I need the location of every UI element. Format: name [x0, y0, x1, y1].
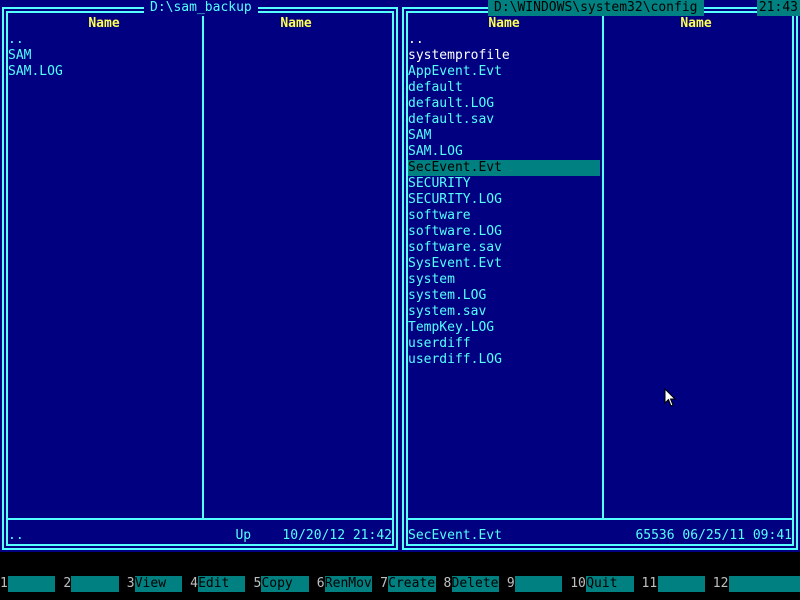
- right-file-item[interactable]: SAM: [408, 128, 600, 144]
- right-file-item[interactable]: default: [408, 80, 600, 96]
- left-status-separator: [8, 518, 392, 520]
- right-file-item[interactable]: SECURITY.LOG: [408, 192, 600, 208]
- left-col-header-name-1[interactable]: Name: [8, 16, 200, 32]
- fkey-number: 10: [570, 576, 587, 592]
- fkey-number: 5: [253, 576, 262, 592]
- right-column-separator: [602, 13, 604, 520]
- fkey-label: Copy: [261, 576, 309, 592]
- right-file-item[interactable]: system.LOG: [408, 288, 600, 304]
- left-file-item[interactable]: ..: [8, 32, 200, 48]
- fkey-number: 8: [443, 576, 452, 592]
- left-col-header-name-2[interactable]: Name: [200, 16, 392, 32]
- right-status-info: 65536 06/25/11 09:41: [635, 528, 792, 543]
- right-panel[interactable]: D:\WINDOWS\system32\config Name Name .. s…: [400, 0, 800, 552]
- right-file-item[interactable]: userdiff: [408, 336, 600, 352]
- fkey-label: Create: [388, 576, 436, 592]
- fkey-label: [8, 576, 56, 592]
- fkey-label: Delete: [451, 576, 499, 592]
- right-file-item[interactable]: SysEvent.Evt: [408, 256, 600, 272]
- fkey-label: [657, 576, 705, 592]
- right-file-item[interactable]: default.sav: [408, 112, 600, 128]
- right-status-separator: [408, 518, 792, 520]
- left-panel-frame-outer: [2, 7, 398, 550]
- fkey-3[interactable]: 3 View: [126, 576, 190, 592]
- right-file-item[interactable]: AppEvent.Evt: [408, 64, 600, 80]
- left-panel-frame-inner: [6, 11, 394, 546]
- fkey-number: 2: [63, 576, 72, 592]
- fkey-1[interactable]: 1: [0, 576, 63, 592]
- fkey-label: RenMov: [324, 576, 373, 592]
- fkey-number: 1: [0, 576, 8, 592]
- right-file-item[interactable]: software: [408, 208, 600, 224]
- clock: 21:43: [756, 0, 800, 16]
- left-panel[interactable]: D:\sam_backup Name Name .. SAM SAM.LOG .. …: [0, 0, 400, 552]
- fkey-number: 7: [380, 576, 389, 592]
- right-file-item[interactable]: default.LOG: [408, 96, 600, 112]
- mouse-pointer-icon: [664, 388, 677, 407]
- fkey-label: View: [134, 576, 183, 592]
- fkey-number: 6: [316, 576, 325, 592]
- right-col-header-name-1[interactable]: Name: [408, 16, 600, 32]
- fkey-label: Edit: [198, 576, 246, 592]
- right-file-item[interactable]: SecEvent.Evt: [408, 160, 600, 176]
- fkey-2[interactable]: 2: [63, 576, 126, 592]
- fkey-number: 11: [641, 576, 658, 592]
- right-file-item[interactable]: TempKey.LOG: [408, 320, 600, 336]
- fkey-label: [514, 576, 563, 592]
- fkey-10[interactable]: 10 Quit: [570, 576, 641, 592]
- right-file-item[interactable]: userdiff.LOG: [408, 352, 600, 368]
- fkey-6[interactable]: 6 RenMov: [316, 576, 380, 592]
- fkey-number: 4: [190, 576, 199, 592]
- left-file-item[interactable]: SAM: [8, 48, 200, 64]
- fkey-5[interactable]: 5 Copy: [253, 576, 316, 592]
- right-file-item[interactable]: systemprofile: [408, 48, 600, 64]
- fkey-label: [728, 576, 800, 592]
- right-file-item[interactable]: SECURITY: [408, 176, 600, 192]
- fkey-8[interactable]: 8 Delete: [443, 576, 507, 592]
- fkey-number: 9: [506, 576, 515, 592]
- right-col-header-name-2[interactable]: Name: [600, 16, 792, 32]
- left-file-item[interactable]: SAM.LOG: [8, 64, 200, 80]
- right-file-item[interactable]: ..: [408, 32, 600, 48]
- left-status-info: Up 10/20/12 21:42: [235, 528, 392, 543]
- left-status-filename: ..: [8, 528, 24, 543]
- fkey-9[interactable]: 9: [506, 576, 570, 592]
- right-file-list[interactable]: .. systemprofile AppEvent.Evt default defaul…: [408, 32, 600, 368]
- fkey-number: 3: [126, 576, 135, 592]
- right-status-filename: SecEvent.Evt: [408, 528, 502, 543]
- fkey-number: 12: [712, 576, 729, 592]
- fkey-label: [71, 576, 119, 592]
- right-file-item[interactable]: system.sav: [408, 304, 600, 320]
- fkey-12[interactable]: 12: [712, 576, 800, 592]
- fkey-7[interactable]: 7 Create: [380, 576, 443, 592]
- fkey-label: Quit: [586, 576, 634, 592]
- left-panel-path: D:\sam_backup: [144, 0, 258, 16]
- function-key-bar: 1 2 3 View 4 Edit 5 Copy 6 RenMov 7 Create 8 Delete 9 1…: [0, 576, 800, 592]
- fkey-4[interactable]: 4 Edit: [190, 576, 253, 592]
- right-file-item[interactable]: system: [408, 272, 600, 288]
- left-column-separator: [202, 13, 204, 520]
- right-panel-path: D:\WINDOWS\system32\config: [488, 0, 704, 16]
- right-file-item[interactable]: software.sav: [408, 240, 600, 256]
- right-file-item[interactable]: software.LOG: [408, 224, 600, 240]
- file-manager-screen: D:\sam_backup Name Name .. SAM SAM.LOG .. …: [0, 0, 800, 600]
- fkey-11[interactable]: 11: [641, 576, 713, 592]
- left-file-list[interactable]: .. SAM SAM.LOG: [8, 32, 200, 80]
- right-file-item[interactable]: SAM.LOG: [408, 144, 600, 160]
